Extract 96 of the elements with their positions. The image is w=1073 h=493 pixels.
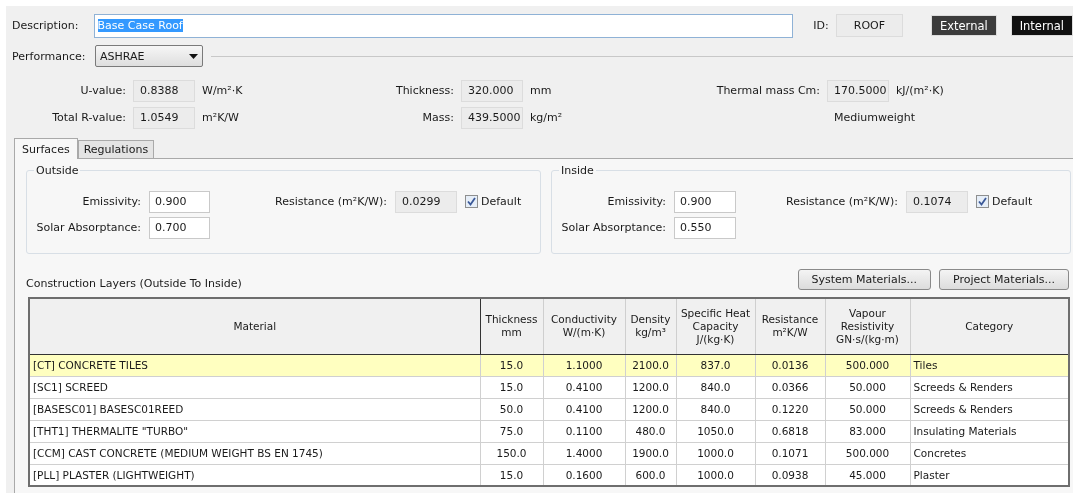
property-label: Mass: [421, 111, 455, 124]
readout-field: 170.5000 [827, 79, 889, 102]
readout-field: 0.1074 [906, 190, 968, 213]
table-cell: 840.0 [676, 398, 755, 420]
table-cell: 0.0136 [755, 354, 825, 376]
table-cell: 50.0 [480, 398, 543, 420]
field-label: Solar Absorptance: [35, 221, 142, 234]
table-row[interactable]: [SC1] SCREED 15.0 0.4100 1200.0 840.0 0.0366 50.000 Screeds & Renders [29, 376, 1069, 398]
table-cell: 837.0 [676, 354, 755, 376]
property-label: Total R-value: [51, 111, 127, 124]
table-cell: 480.0 [625, 420, 676, 442]
table-cell: 1050.0 [676, 420, 755, 442]
table-row[interactable]: [BASESC01] BASESC01REED 50.0 0.4100 1200.0 840.0 0.1220 50.000 Screeds & Renders [29, 398, 1069, 420]
table-cell: 15.0 [480, 376, 543, 398]
column-header: Resistance m²K/W [755, 298, 825, 354]
table-row[interactable]: [PLL] PLASTER (LIGHTWEIGHT) 15.0 0.1600 600.0 1000.0 0.0938 45.000 Plaster [29, 464, 1069, 486]
column-header: Category [910, 298, 1069, 354]
text-field[interactable]: 0.900 [149, 190, 210, 213]
table-cell: 1.1000 [543, 354, 625, 376]
text-field[interactable]: 0.900 [674, 190, 736, 213]
section-title: Construction Layers (Outside To Inside) [26, 277, 242, 290]
table-cell: 0.1220 [755, 398, 825, 420]
caret-icon [189, 53, 198, 59]
table-cell: 0.0366 [755, 376, 825, 398]
unit-label: W/m²·K [202, 84, 243, 97]
field-label: Resistance (m²K/W): [274, 195, 388, 208]
id-field: ROOF [835, 14, 903, 37]
group-title: Outside [34, 164, 81, 177]
table-cell: 1.4000 [543, 442, 625, 464]
table-cell: 500.000 [825, 354, 910, 376]
table-cell: 50.000 [825, 376, 910, 398]
table-cell: 83.000 [825, 420, 910, 442]
mode-button[interactable]: External [930, 15, 997, 36]
table-cell: 1000.0 [676, 442, 755, 464]
readout-field: 1.0549 [133, 106, 195, 129]
property-label: U-value: [79, 84, 127, 97]
mode-button[interactable]: Internal [1010, 15, 1073, 36]
field-label: Emissivity: [81, 195, 142, 208]
table-cell: [THT1] THERMALITE "TURBO" [29, 420, 480, 442]
table-row[interactable]: [CT] CONCRETE TILES 15.0 1.1000 2100.0 837.0 0.0136 500.000 Tiles [29, 354, 1069, 376]
field-label: Resistance (m²K/W): [785, 195, 899, 208]
table-row[interactable]: [CCM] CAST CONCRETE (MEDIUM WEIGHT BS EN 1745) 150.0 1.4000 1900.0 1000.0 0.1071 500.000 Concretes [29, 442, 1069, 464]
field-label: Performance: [12, 49, 87, 63]
unit-label: kg/m² [530, 111, 563, 124]
property-label: Thermal mass Cm: [715, 84, 821, 97]
field-label: Solar Absorptance: [560, 221, 667, 234]
field-label: Description: [12, 19, 80, 32]
unit-label: kJ/(m²·K) [896, 84, 944, 97]
text-field[interactable]: 0.700 [149, 216, 210, 239]
property-label: Thickness: [394, 84, 455, 97]
weight-class-label: Mediumweight [834, 111, 916, 124]
column-header: Material [29, 298, 480, 354]
readout-field: 439.5000 [461, 106, 523, 129]
checkbox-label: Default [481, 195, 522, 208]
unit-label: mm [530, 84, 552, 97]
table-cell: 15.0 [480, 354, 543, 376]
column-header: Density kg/m³ [625, 298, 676, 354]
table-cell: 1900.0 [625, 442, 676, 464]
table-cell: 0.4100 [543, 398, 625, 420]
table-cell: 0.4100 [543, 376, 625, 398]
tab[interactable]: Regulations [77, 140, 155, 158]
column-header: Specific Heat Capacity J/(kg·K) [676, 298, 755, 354]
materials-button[interactable]: System Materials... [797, 269, 931, 290]
table-cell: 0.1100 [543, 420, 625, 442]
checkbox-label: Default [992, 195, 1033, 208]
field-label: Emissivity: [606, 195, 667, 208]
table-cell: [BASESC01] BASESC01REED [29, 398, 480, 420]
table-cell: 75.0 [480, 420, 543, 442]
checkbox[interactable] [465, 195, 478, 208]
readout-field: 320.000 [461, 79, 523, 102]
table-cell: 500.000 [825, 442, 910, 464]
group-title: Inside [559, 164, 596, 177]
text-field[interactable]: 0.550 [674, 216, 736, 239]
table-cell: 840.0 [676, 376, 755, 398]
column-header: Conductivity W/(m·K) [543, 298, 625, 354]
table-cell: 0.6818 [755, 420, 825, 442]
tab[interactable]: Surfaces [14, 138, 78, 159]
field-label: ID: [813, 19, 830, 32]
readout-field: 0.0299 [395, 190, 457, 213]
table-cell: 0.1071 [755, 442, 825, 464]
table-cell: 1200.0 [625, 398, 676, 420]
table-row[interactable]: [THT1] THERMALITE "TURBO" 75.0 0.1100 480.0 1050.0 0.6818 83.000 Insulating Materials [29, 420, 1069, 442]
table-cell: [SC1] SCREED [29, 376, 480, 398]
performance-dropdown[interactable]: ASHRAE [95, 45, 203, 67]
table-cell: [CT] CONCRETE TILES [29, 354, 480, 376]
table-cell: 150.0 [480, 442, 543, 464]
column-header: Vapour Resistivity GN·s/(kg·m) [825, 298, 910, 354]
checkbox[interactable] [976, 195, 989, 208]
column-header: Thickness mm [480, 298, 543, 354]
table-cell: [CCM] CAST CONCRETE (MEDIUM WEIGHT BS EN 1745) [29, 442, 480, 464]
unit-label: m²K/W [202, 111, 239, 124]
table-cell: 50.000 [825, 398, 910, 420]
table-cell: 2100.0 [625, 354, 676, 376]
readout-field: 0.8388 [133, 79, 195, 102]
table-cell: 1200.0 [625, 376, 676, 398]
materials-button[interactable]: Project Materials... [938, 269, 1069, 290]
